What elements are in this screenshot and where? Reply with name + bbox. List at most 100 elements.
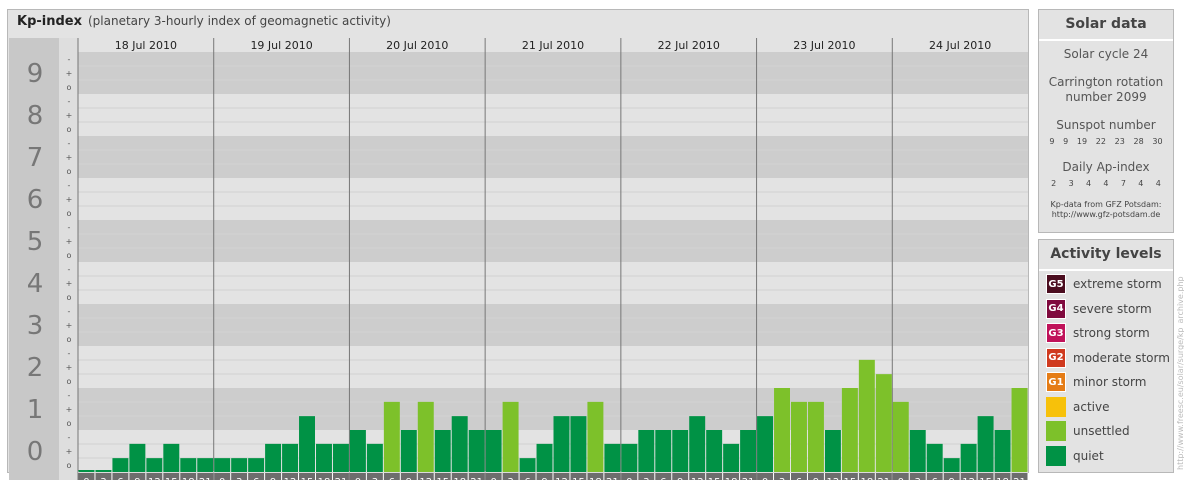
kp-bar — [485, 430, 502, 472]
sunspot-value-2: 19 — [1076, 137, 1088, 146]
solar-data-title: Solar data — [1039, 10, 1173, 41]
activity-levels-panel: Activity levels G5 extreme storm G4 severe … — [1038, 239, 1174, 473]
y-subtick-label: - — [68, 223, 71, 232]
y-subtick-label: o — [67, 251, 72, 260]
date-label: 21 Jul 2010 — [522, 39, 584, 52]
kp-bar — [163, 443, 180, 472]
kp-bar — [570, 416, 587, 472]
y-subtick-label: + — [66, 111, 73, 120]
sunspot-value-6: 30 — [1152, 137, 1163, 146]
legend-label: unsettled — [1073, 424, 1130, 438]
legend-swatch: G2 — [1046, 347, 1066, 368]
y-subtick-label: o — [67, 293, 72, 302]
sunspot-value-4: 23 — [1114, 137, 1125, 146]
kp-bar — [299, 416, 315, 472]
band-7 — [9, 136, 1028, 178]
y-tick-label: 6 — [27, 185, 44, 215]
y-subtick-label: o — [67, 209, 72, 218]
kp-bar — [231, 458, 248, 472]
ap-value-2: 4 — [1086, 179, 1092, 188]
band-4 — [9, 262, 1028, 304]
y-subtick-label: - — [68, 265, 71, 274]
kp-bar — [78, 470, 95, 472]
source-line-2: http://www.gfz-potsdam.de — [1051, 210, 1161, 219]
y-subtick-label: o — [67, 167, 72, 176]
legend-label: severe storm — [1073, 301, 1152, 316]
ap-value-5: 4 — [1138, 179, 1144, 188]
activity-levels-title: Activity levels — [1039, 240, 1173, 271]
date-label: 18 Jul 2010 — [115, 39, 177, 52]
y-tick-label: 4 — [27, 269, 44, 299]
date-label: 20 Jul 2010 — [386, 39, 448, 52]
band-9 — [9, 52, 1028, 94]
y-subtick-label: - — [68, 349, 71, 358]
kp-bar — [757, 416, 774, 472]
kp-bar — [604, 443, 621, 472]
y-subtick-label: - — [68, 181, 71, 190]
kp-bar — [858, 359, 875, 472]
y-subtick-label: + — [66, 405, 73, 414]
sunspot-value-0: 9 — [1049, 137, 1055, 146]
legend-item-minor-storm: G1 minor storm — [1046, 372, 1146, 392]
kp-bar — [655, 430, 672, 472]
legend-swatch: G4 — [1046, 298, 1066, 319]
y-subtick-label: + — [66, 279, 73, 288]
legend-swatch — [1046, 396, 1066, 417]
carrington-line-1: Carrington rotation — [1048, 75, 1164, 89]
kp-bar — [248, 458, 265, 472]
kp-bar — [774, 388, 790, 472]
band-8 — [9, 94, 1028, 136]
kp-bar — [349, 430, 366, 472]
ap-value-6: 4 — [1155, 179, 1161, 188]
kp-bar — [943, 458, 960, 472]
kp-bar — [875, 374, 892, 472]
kp-chart: 0 o + - 1 o + - 2 o + - 3 o + - 4 o + - 5 o + - 6 o + - 7 o + - 8 o + - 9 o + -… — [9, 38, 1028, 480]
watermark-text: http://www.freesc.eu/solar/surge/kp_arch… — [1176, 276, 1184, 470]
legend-item-active: active — [1046, 396, 1109, 417]
kp-bar — [197, 458, 214, 472]
kp-bar — [926, 443, 943, 472]
date-label: 23 Jul 2010 — [793, 39, 855, 52]
source-line-1: Kp-data from GFZ Potsdam: — [1050, 200, 1162, 209]
y-subtick-label: - — [68, 55, 71, 64]
kp-bar — [332, 443, 349, 472]
kp-bar — [519, 458, 536, 472]
legend-item-severe-storm: G4 severe storm — [1046, 298, 1152, 319]
legend-label: minor storm — [1073, 375, 1147, 389]
kp-bar — [587, 401, 604, 472]
kp-bar — [723, 443, 740, 472]
kp-bar — [502, 401, 519, 472]
kp-bar — [706, 430, 723, 472]
legend-swatch: G5 — [1046, 274, 1066, 294]
y-subtick-label: - — [68, 97, 71, 106]
kp-bar — [383, 401, 400, 472]
kp-bar — [621, 443, 638, 472]
y-subtick-label: o — [67, 377, 72, 386]
y-subtick-label: + — [66, 69, 73, 78]
ap-title: Daily Ap-index — [1062, 160, 1150, 174]
y-subtick-label: - — [68, 391, 71, 400]
kp-bar — [960, 443, 977, 472]
kp-bar — [180, 458, 197, 472]
kp-bar — [672, 430, 689, 472]
legend-swatch: G1 — [1046, 372, 1066, 392]
y-tick-label: 0 — [27, 437, 44, 467]
y-subtick-label: - — [68, 139, 71, 148]
kp-bar — [740, 430, 757, 472]
y-tick-label: 7 — [27, 143, 44, 173]
ap-value-0: 2 — [1051, 179, 1057, 188]
kp-bar — [451, 416, 468, 472]
y-subtick-label: + — [66, 447, 73, 456]
kp-bar — [95, 470, 112, 472]
kp-bar — [824, 430, 841, 472]
ap-values: 2 3 4 4 7 4 4 — [1039, 179, 1173, 188]
y-subtick-label: + — [66, 153, 73, 162]
y-subtick-label: o — [67, 419, 72, 428]
date-label: 24 Jul 2010 — [929, 39, 991, 52]
y-subtick-label: - — [68, 433, 71, 442]
kp-bar — [807, 401, 824, 472]
kp-bar — [791, 401, 807, 472]
legend-label: quiet — [1073, 448, 1104, 463]
kp-bar — [282, 443, 299, 472]
y-subtick-label: o — [67, 461, 72, 470]
